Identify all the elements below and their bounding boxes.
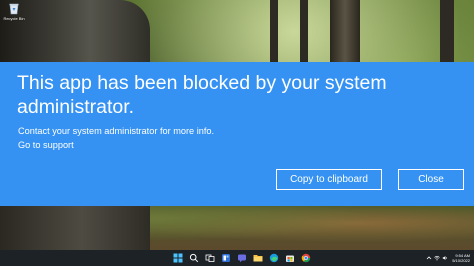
edge-icon[interactable] <box>268 252 280 264</box>
chat-icon[interactable] <box>236 252 248 264</box>
chevron-up-icon[interactable] <box>426 255 432 261</box>
close-button[interactable]: Close <box>398 169 464 190</box>
file-explorer-icon[interactable] <box>252 252 264 264</box>
search-icon[interactable] <box>188 252 200 264</box>
wallpaper-tree-trunk-base <box>0 205 150 250</box>
system-tray: 9:54 AM 5/10/2022 <box>426 252 470 264</box>
taskbar-pinned-apps <box>172 252 312 264</box>
task-view-icon[interactable] <box>204 252 216 264</box>
recycle-bin-icon <box>9 3 19 15</box>
recycle-bin-shortcut[interactable]: Recycle Bin <box>2 2 26 21</box>
widgets-icon[interactable] <box>220 252 232 264</box>
wallpaper-tree <box>440 0 454 70</box>
dialog-message: Contact your system administrator for mo… <box>18 126 215 136</box>
go-to-support-link[interactable]: Go to support <box>18 139 74 151</box>
taskbar-clock[interactable]: 9:54 AM 5/10/2022 <box>452 253 470 263</box>
volume-icon[interactable] <box>442 255 448 261</box>
dialog-title: This app has been blocked by your system… <box>17 72 387 118</box>
store-icon[interactable] <box>284 252 296 264</box>
recycle-bin-label: Recycle Bin <box>3 16 25 21</box>
wifi-icon[interactable] <box>434 255 440 261</box>
chrome-icon[interactable] <box>300 252 312 264</box>
clock-date: 5/10/2022 <box>452 258 470 263</box>
copy-to-clipboard-button[interactable]: Copy to clipboard <box>276 169 382 190</box>
wallpaper-tree <box>330 0 360 70</box>
app-blocked-dialog: This app has been blocked by your system… <box>0 62 474 206</box>
windows-start-icon[interactable] <box>172 252 184 264</box>
wallpaper-tree <box>300 0 308 70</box>
wallpaper-tree <box>270 0 278 70</box>
tray-icons <box>426 255 448 261</box>
taskbar: 9:54 AM 5/10/2022 <box>0 250 474 266</box>
